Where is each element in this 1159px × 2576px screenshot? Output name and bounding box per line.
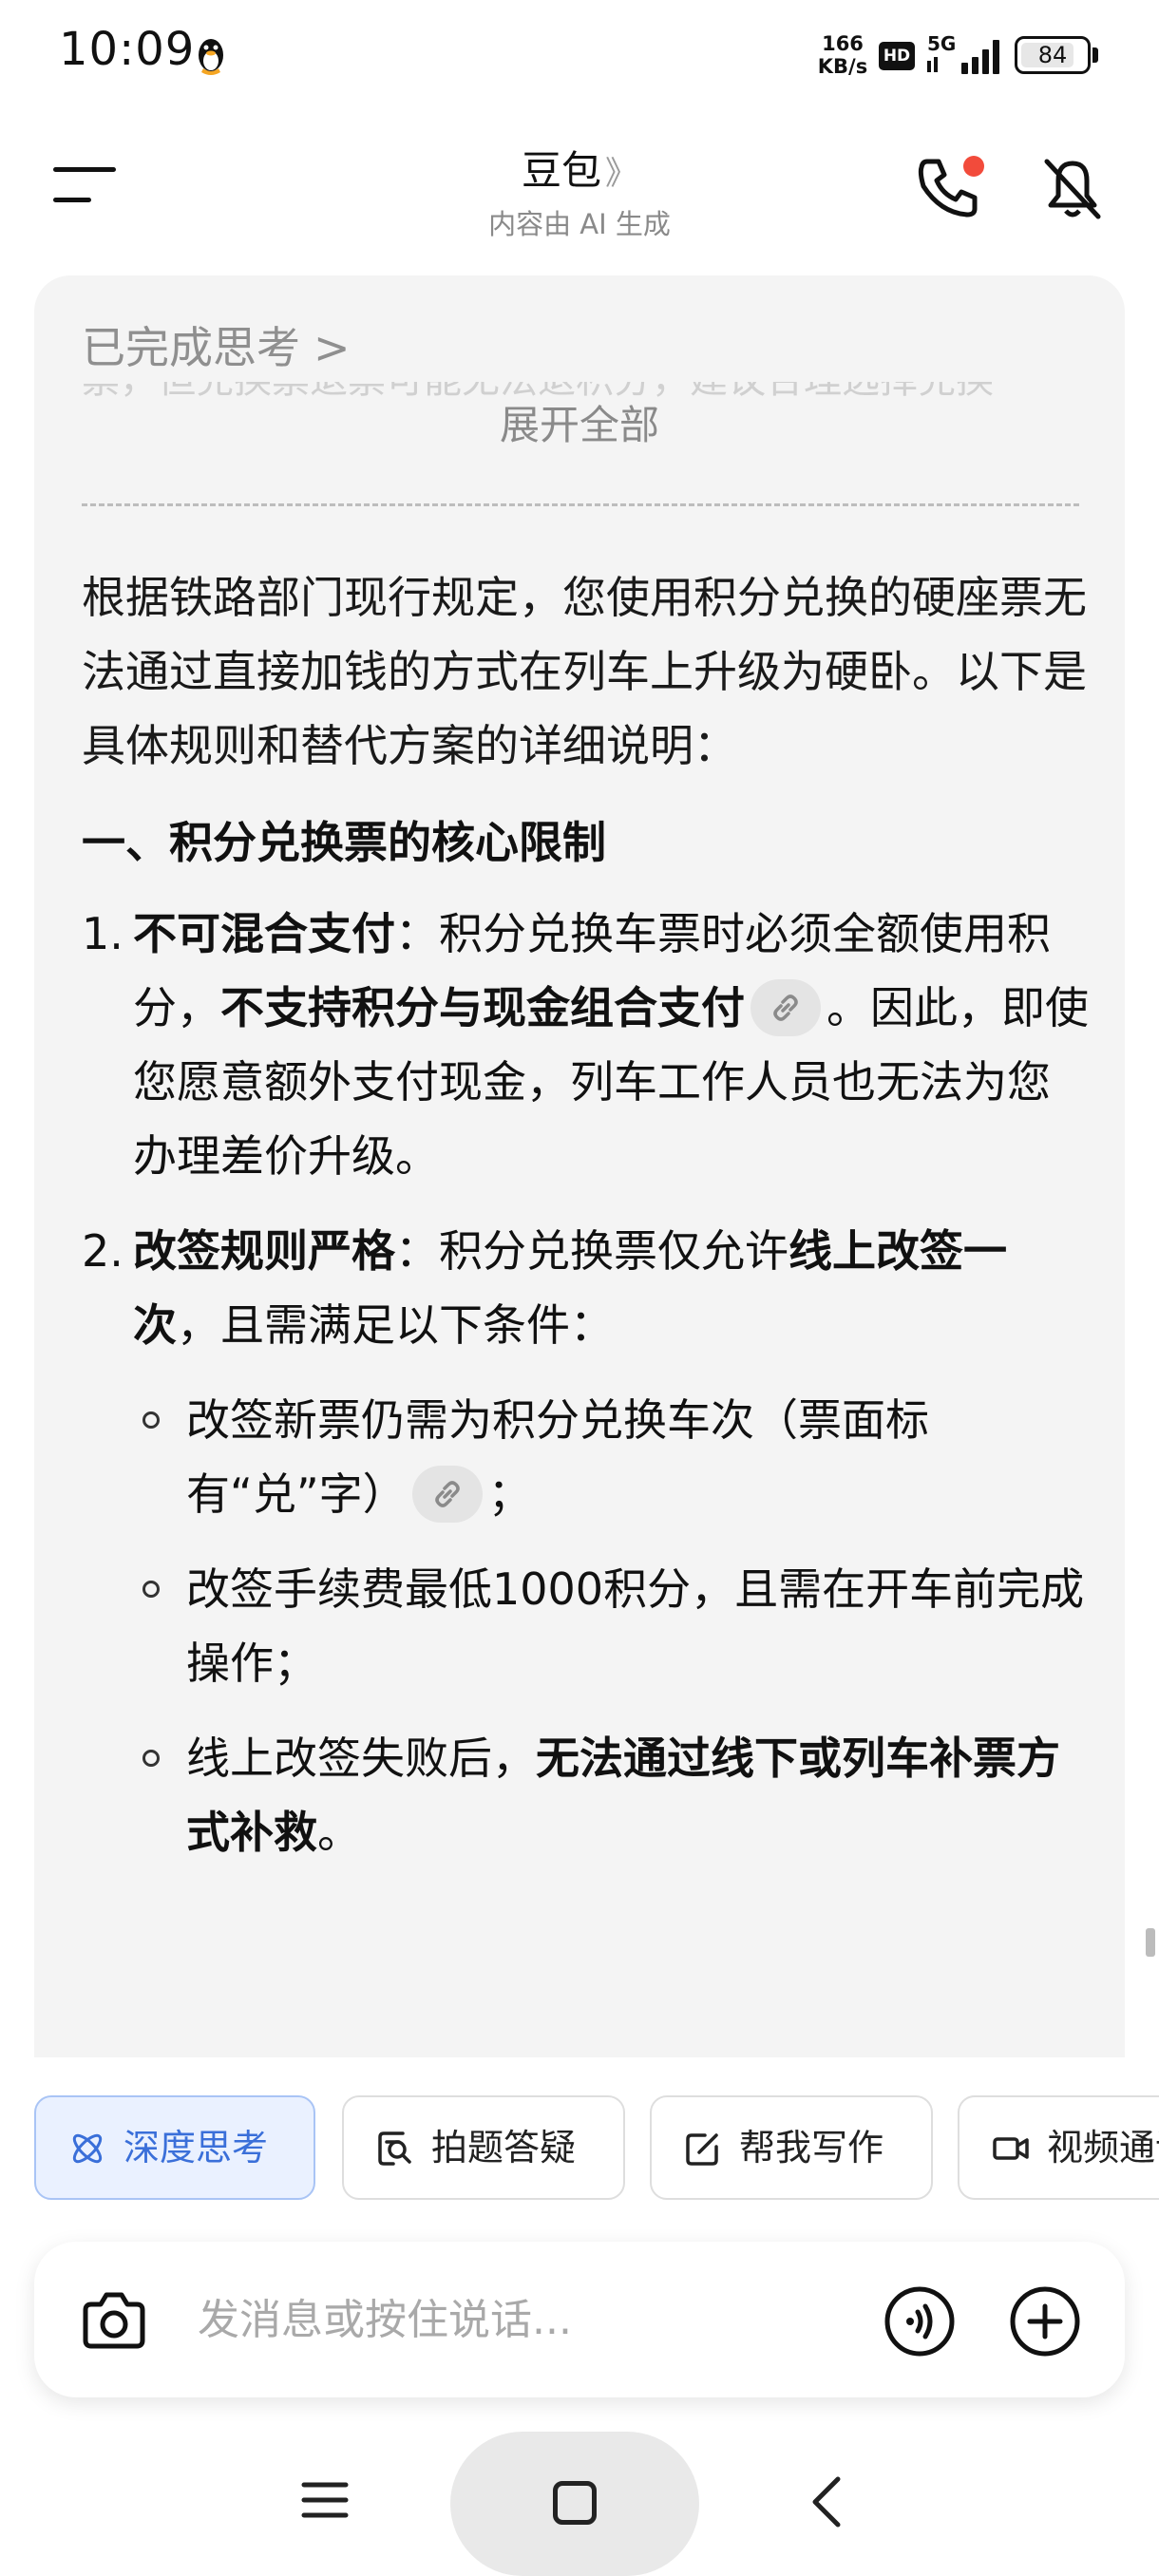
deep-think-button[interactable]: 深度思考 — [34, 2095, 315, 2200]
ai-generated-note: 内容由 AI 生成 — [488, 208, 671, 240]
bullet-text: 线上改签失败后， — [186, 1733, 536, 1784]
link-icon — [434, 1480, 460, 1507]
bullet-text: 改签新票仍需为积分兑换车次（票面标有“兑”字） — [186, 1394, 929, 1520]
chip-label: 拍题答疑 — [431, 2127, 577, 2169]
bullet-text: 改签手续费最低1000积分，且需在开车前完成操作； — [186, 1563, 1085, 1689]
hd-badge: HD — [879, 42, 915, 70]
chip-label: 视频通话 — [1047, 2127, 1159, 2169]
title-chevron-icon: 》 — [605, 155, 637, 193]
help-write-button[interactable]: 帮我写作 — [650, 2095, 933, 2200]
bullet-item: 线上改签失败后，无法通过线下或列车补票方式补救。 — [133, 1721, 1089, 1869]
battery-icon: 84 — [1015, 36, 1091, 74]
photo-question-button[interactable]: 拍题答疑 — [342, 2095, 625, 2200]
chevron-right-icon: > — [314, 322, 351, 373]
bullet-icon — [142, 1750, 160, 1767]
reference-link-button[interactable] — [750, 978, 821, 1036]
video-icon — [993, 2137, 1029, 2160]
list-item: 1. 不可混合支付：积分兑换车票时必须全额使用积分，不支持积分与现金组合支付 。因… — [82, 897, 1089, 1193]
plus-icon[interactable] — [1007, 2283, 1083, 2359]
chip-label: 帮我写作 — [739, 2127, 884, 2169]
chat-title[interactable]: 豆包》 内容由 AI 生成 — [390, 139, 770, 242]
message-input[interactable] — [196, 2280, 861, 2359]
app-header: 豆包》 内容由 AI 生成 — [0, 110, 1159, 262]
signal-icon: 5G — [927, 32, 1005, 78]
item-bold-text: 不支持积分与现金组合支付 — [220, 982, 745, 1033]
list-item: 2. 改签规则严格：积分兑换票仅允许线上改签一次，且需满足以下条件： 改签新票仍… — [82, 1214, 1089, 1869]
expand-all-button[interactable]: 展开全部 — [34, 393, 1125, 451]
assistant-message: 已完成思考> 票，但兑换票退票可能无法退积分，建议合理选择兑换 展开全部 根据铁… — [34, 275, 1125, 2057]
item-bold-lead: 不可混合支付 — [133, 908, 395, 959]
item-bold-lead: 改签规则严格 — [133, 1225, 395, 1277]
system-nav-bar — [0, 2428, 1159, 2576]
list-number: 1. — [82, 908, 124, 959]
scrollbar-thumb[interactable] — [1146, 1928, 1155, 1957]
camera-icon[interactable] — [78, 2283, 150, 2356]
section-heading: 一、积分兑换票的核心限制 — [82, 817, 606, 868]
battery-percent: 84 — [1037, 42, 1068, 68]
net-speed: 166 KB/s — [813, 32, 872, 78]
item-text: ：积分兑换票仅允许 — [395, 1225, 788, 1277]
bullet-icon — [142, 1411, 160, 1429]
message-composer — [34, 2242, 1125, 2397]
edit-icon — [686, 2133, 718, 2166]
voice-input-icon[interactable] — [882, 2283, 958, 2359]
link-icon — [773, 994, 798, 1021]
shortcut-bar: 深度思考 拍题答疑 帮我写作 视频通话 — [34, 2095, 1159, 2202]
menu-line — [53, 167, 116, 172]
bullet-item: 改签手续费最低1000积分，且需在开车前完成操作； — [133, 1552, 1089, 1700]
thinking-toggle[interactable]: 已完成思考 > — [82, 313, 351, 376]
list-number: 2. — [82, 1225, 124, 1277]
atom-icon — [72, 2133, 103, 2164]
bullet-text: 。 — [317, 1807, 361, 1858]
back-icon[interactable] — [808, 2473, 846, 2530]
speaker-muted-icon[interactable] — [1041, 156, 1104, 222]
net-speed-unit: KB/s — [817, 55, 868, 78]
qq-penguin-icon — [199, 39, 223, 75]
menu-line — [53, 198, 91, 202]
video-call-button[interactable]: 视频通话 — [958, 2095, 1159, 2200]
reference-link-button[interactable] — [411, 1465, 483, 1523]
bullet-item: 改签新票仍需为积分兑换车次（票面标有“兑”字）； — [133, 1383, 1089, 1531]
call-notification-dot — [963, 156, 984, 177]
item-text: ，且需满足以下条件： — [177, 1299, 614, 1351]
thinking-label: 已完成思考 — [82, 322, 300, 373]
net-speed-value: 166 — [822, 32, 864, 55]
message-content: 根据铁路部门现行规定，您使用积分兑换的硬座票无法通过直接加钱的方式在列车上升级为… — [82, 560, 1089, 1890]
home-square-icon — [553, 2481, 597, 2525]
photo-search-icon — [378, 2131, 411, 2166]
divider — [82, 503, 1079, 506]
battery-tip — [1092, 47, 1098, 63]
recent-apps-icon[interactable] — [300, 2479, 350, 2521]
bullet-list: 改签新票仍需为积分兑换车次（票面标有“兑”字）； 改签手续费最低1000积分，且… — [133, 1383, 1089, 1869]
home-button[interactable] — [450, 2432, 699, 2576]
page-title: 豆包 — [521, 147, 601, 194]
bullet-text: ； — [487, 1468, 532, 1520]
status-bar: 10:09 166 KB/s HD 5G 84 — [0, 0, 1159, 110]
menu-button[interactable] — [53, 167, 116, 205]
status-time: 10:09 — [59, 23, 196, 76]
intro-paragraph: 根据铁路部门现行规定，您使用积分兑换的硬座票无法通过直接加钱的方式在列车上升级为… — [82, 572, 1087, 771]
chip-label: 深度思考 — [124, 2127, 269, 2169]
bullet-icon — [142, 1581, 160, 1598]
